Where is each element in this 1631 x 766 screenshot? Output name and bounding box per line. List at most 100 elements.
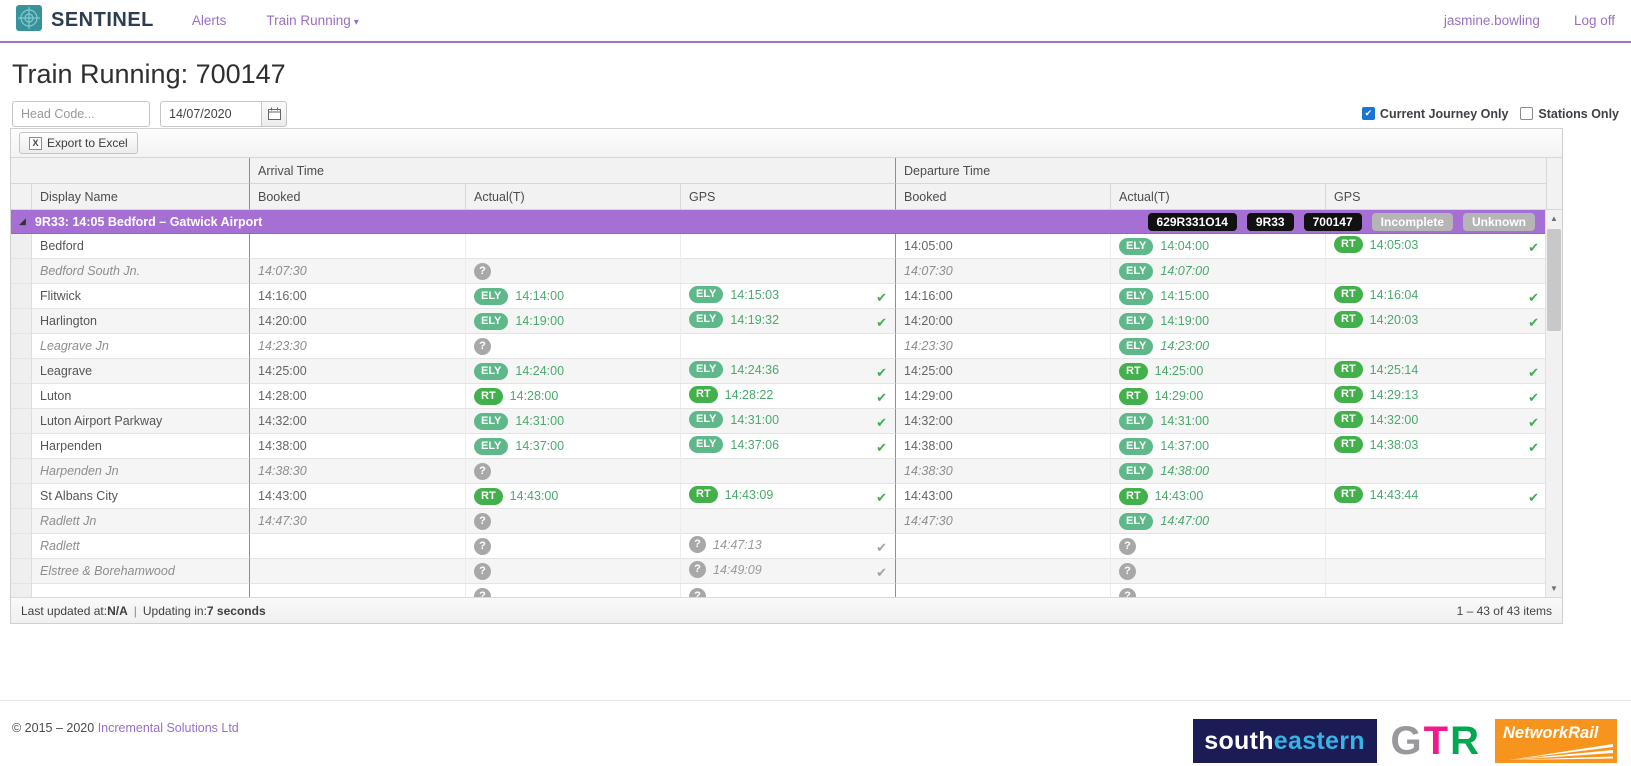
arrival-gps-cell: ✔ELY14:24:36 [681, 359, 895, 384]
arrival-actual-cell: ? [466, 259, 681, 284]
last-updated-label: Last updated at: [21, 604, 107, 618]
scroll-down-arrow-icon[interactable]: ▼ [1546, 580, 1562, 597]
right-time-badge: RT [1334, 286, 1363, 303]
station-name: St Albans City [32, 484, 249, 509]
early-badge: ELY [689, 436, 723, 453]
early-badge: ELY [1119, 463, 1153, 480]
last-updated-value: N/A [107, 604, 128, 618]
pager-info: 1 – 43 of 43 items [1457, 604, 1552, 618]
station-row[interactable]: Luton14:28:00RT14:28:00✔RT14:28:2214:29:… [11, 384, 1545, 409]
station-row[interactable]: Radlett?✔?14:47:13? [11, 534, 1545, 559]
headcode-input[interactable] [12, 101, 150, 127]
row-expand-cell [11, 584, 32, 597]
station-name: Flitwick [32, 284, 249, 309]
scrollbar-thumb[interactable] [1547, 229, 1561, 331]
arrival-actual-header[interactable]: Actual(T) [466, 184, 681, 210]
current-journey-checkbox[interactable]: ✔ Current Journey Only [1362, 107, 1509, 121]
company-link[interactable]: Incremental Solutions Ltd [98, 721, 239, 735]
calendar-button[interactable] [261, 101, 287, 127]
arrival-gps-cell [681, 459, 895, 484]
arrival-booked-header[interactable]: Booked [249, 184, 466, 210]
departure-booked-cell: 14:07:30 [895, 259, 1111, 284]
current-journey-label: Current Journey Only [1380, 107, 1509, 121]
time-value: 14:31:00 [515, 414, 564, 428]
arrival-gps-cell [681, 334, 895, 359]
station-row[interactable]: Radlett Jn14:47:30?14:47:30ELY14:47:00 [11, 509, 1545, 534]
time-value: 14:28:22 [725, 388, 774, 402]
arrival-actual-cell: ? [466, 334, 681, 359]
arrival-actual-cell: ELY14:19:00 [466, 309, 681, 334]
username-link[interactable]: jasmine.bowling [1444, 13, 1540, 28]
gps-check-icon: ✔ [1528, 490, 1539, 506]
station-row[interactable]: Leagrave Jn14:23:30?14:23:30ELY14:23:00 [11, 334, 1545, 359]
updating-label: Updating in: [143, 604, 207, 618]
station-name: Leagrave Jn [32, 334, 249, 359]
gtr-logo: GTR [1391, 719, 1481, 763]
station-name: Luton [32, 384, 249, 409]
early-badge: ELY [689, 286, 723, 303]
date-input[interactable] [160, 101, 262, 127]
station-row[interactable]: Harpenden Jn14:38:30?14:38:30ELY14:38:00 [11, 459, 1545, 484]
row-expand-cell [11, 459, 32, 484]
station-row[interactable]: Bedford14:05:00ELY14:04:00✔RT14:05:03 [11, 234, 1545, 259]
station-row[interactable]: Elstree & Borehamwood?✔?14:49:09? [11, 559, 1545, 584]
row-expand-cell [11, 559, 32, 584]
right-time-badge: RT [689, 486, 718, 503]
gps-check-icon: ✔ [1528, 365, 1539, 381]
time-value: 14:14:00 [515, 289, 564, 303]
row-expand-cell [11, 484, 32, 509]
arrival-gps-cell: ✔?14:49:09 [681, 559, 895, 584]
export-to-excel-button[interactable]: X Export to Excel [19, 132, 138, 154]
gps-check-icon: ✔ [1528, 390, 1539, 406]
departure-gps-header[interactable]: GPS [1326, 184, 1547, 210]
nav-item-train-running[interactable]: Train Running▾ [266, 13, 358, 28]
southeastern-logo: southeastern [1193, 719, 1377, 763]
stations-only-checkbox[interactable]: Stations Only [1520, 107, 1619, 121]
time-value: 14:19:32 [730, 313, 779, 327]
station-row[interactable]: ??? [11, 584, 1545, 597]
departure-actual-cell: ELY14:04:00 [1111, 234, 1326, 259]
arrival-booked-cell: 14:07:30 [249, 259, 466, 284]
unknown-badge: ? [1119, 588, 1136, 598]
collapse-group-icon[interactable]: ◢ [19, 216, 26, 227]
station-row[interactable]: Harlington14:20:00ELY14:19:00✔ELY14:19:3… [11, 309, 1545, 334]
arrival-booked-cell: 14:47:30 [249, 509, 466, 534]
arrival-actual-cell: ELY14:31:00 [466, 409, 681, 434]
station-row[interactable]: St Albans City14:43:00RT14:43:00✔RT14:43… [11, 484, 1545, 509]
checkbox-checked-icon: ✔ [1362, 107, 1375, 120]
time-value: 14:29:00 [1155, 389, 1204, 403]
station-row[interactable]: Bedford South Jn.14:07:30?14:07:30ELY14:… [11, 259, 1545, 284]
station-row[interactable]: Leagrave14:25:00ELY14:24:00✔ELY14:24:361… [11, 359, 1545, 384]
station-row[interactable]: Harpenden14:38:00ELY14:37:00✔ELY14:37:06… [11, 434, 1545, 459]
scroll-up-arrow-icon[interactable]: ▲ [1546, 210, 1562, 227]
departure-gps-cell: ✔RT14:32:00 [1326, 409, 1545, 434]
departure-booked-header[interactable]: Booked [895, 184, 1111, 210]
journey-badges: 629R331O14 9R33 700147 Incomplete Unknow… [1148, 213, 1535, 231]
time-value: 14:25:14 [1370, 363, 1419, 377]
right-time-badge: RT [1334, 236, 1363, 253]
early-badge: ELY [1119, 313, 1153, 330]
partner-logos: southeastern GTR NetworkRail [1193, 719, 1617, 763]
early-badge: ELY [1119, 263, 1153, 280]
vertical-scrollbar[interactable]: ▲ ▼ [1545, 210, 1562, 597]
arrival-gps-cell: ✔ELY14:19:32 [681, 309, 895, 334]
excel-icon: X [29, 137, 42, 150]
departure-booked-cell: 14:16:00 [895, 284, 1111, 309]
grid-status-bar: Last updated at: N/A | Updating in: 7 se… [11, 597, 1562, 623]
departure-actual-header[interactable]: Actual(T) [1111, 184, 1326, 210]
station-row[interactable]: Flitwick14:16:00ELY14:14:00✔ELY14:15:031… [11, 284, 1545, 309]
nav-links: Alerts Train Running▾ [192, 13, 359, 28]
station-row[interactable]: Luton Airport Parkway14:32:00ELY14:31:00… [11, 409, 1545, 434]
display-name-header[interactable]: Display Name [32, 184, 249, 210]
departure-booked-cell: 14:47:30 [895, 509, 1111, 534]
gps-check-icon: ✔ [876, 440, 887, 456]
departure-actual-cell: RT14:29:00 [1111, 384, 1326, 409]
arrival-booked-cell [249, 584, 466, 597]
departure-booked-cell [895, 559, 1111, 584]
arrival-gps-header[interactable]: GPS [681, 184, 895, 210]
arrival-booked-cell: 14:43:00 [249, 484, 466, 509]
arrival-booked-cell: 14:16:00 [249, 284, 466, 309]
nav-item-alerts[interactable]: Alerts [192, 13, 227, 28]
nav-right: jasmine.bowling Log off [1444, 13, 1615, 28]
logoff-link[interactable]: Log off [1574, 13, 1615, 28]
